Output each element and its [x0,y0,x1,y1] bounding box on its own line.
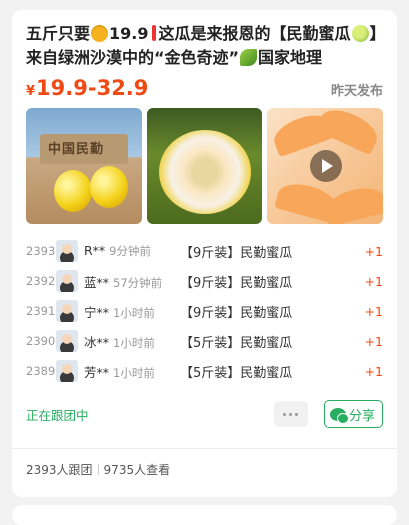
order-time: 1小时前 [113,335,155,350]
order-qty: +1 [364,273,383,289]
exclamation-icon [151,25,156,41]
title-text-2: 19.9 [109,24,149,43]
buyer-name: 芳** 1小时前 [84,362,180,381]
price-range: 19.9-32.9 [36,76,149,100]
buyer-name-text: 芳** [84,364,110,380]
title-text-3: 这瓜是来报恩的【民勤蜜瓜 [158,24,351,43]
photo-cut-melon[interactable] [146,108,263,224]
order-number: 2392 [26,274,56,288]
share-label: 分享 [348,408,375,424]
buyer-name: 蓝** 57分钟前 [84,272,180,291]
order-qty: +1 [364,333,383,349]
order-number: 2390 [26,334,56,348]
money-bag-icon [91,25,109,42]
order-qty: +1 [364,303,383,319]
melon-half [158,130,251,214]
order-row[interactable]: 2389 芳** 1小时前 【5斤装】民勤蜜瓜 +1 [26,356,383,386]
order-number: 2393 [26,244,56,258]
separator [97,464,99,475]
order-row[interactable]: 2392 蓝** 57分钟前 【9斤装】民勤蜜瓜 +1 [26,266,383,296]
photo-desert-melons[interactable]: 中国民勤 [26,108,142,224]
order-product: 【9斤装】民勤蜜瓜 [180,245,293,261]
avatar [56,330,78,352]
buyer-name-text: 冰** [84,334,110,350]
order-product: 【9斤装】民勤蜜瓜 [180,275,293,291]
order-number: 2391 [26,304,56,318]
order-product: 【9斤装】民勤蜜瓜 [180,305,293,321]
action-bar: 正在跟团中 分享 [26,400,383,428]
order-time: 1小时前 [113,305,155,320]
order-row[interactable]: 2391 宁** 1小时前 【9斤装】民勤蜜瓜 +1 [26,296,383,326]
stats-bar: 2393人跟团 9735人查看 [26,449,383,478]
order-row[interactable]: 2390 冰** 1小时前 【5斤装】民勤蜜瓜 +1 [26,326,383,356]
melon-ball [54,170,92,212]
posted-time: 昨天发布 [330,84,383,99]
order-qty: +1 [364,243,383,259]
more-icon [283,412,287,416]
buyer-name: 冰** 1小时前 [84,332,180,351]
next-card [12,505,397,525]
melon-slice [322,182,384,224]
buyer-name: 宁** 1小时前 [84,302,180,321]
photo-gallery: 中国民勤 [26,108,384,224]
order-list: 2393 R** 9分钟前 【9斤装】民勤蜜瓜 +1 2392 蓝** 57分钟… [26,236,383,386]
buyer-name-text: 蓝** [84,274,110,290]
avatar [56,360,78,382]
order-time: 57分钟前 [113,275,163,290]
group-buy-card[interactable]: 五斤只要 19.9 这瓜是来报恩的【民勤蜜瓜 】来自绿洲沙漠中的“金色奇迹” 国家地理 … [12,10,397,497]
play-icon[interactable] [310,150,343,182]
price: ¥19.9-32.9 [26,76,148,100]
melon-ball [90,166,128,208]
wechat-icon [329,407,349,424]
order-time: 9分钟前 [109,244,151,258]
order-product: 【5斤装】民勤蜜瓜 [180,335,293,351]
share-button[interactable]: 分享 [323,400,383,428]
buyer-name-text: R** [84,243,106,258]
price-row: ¥19.9-32.9 昨天发布 [26,76,383,100]
leaf-icon [240,49,258,66]
avatar [56,270,78,292]
title-text-5: 国家地理 [258,48,323,67]
more-icon [289,412,293,416]
photo-sign-text: 中国民勤 [48,142,105,157]
title-text-1: 五斤只要 [26,24,91,43]
following-status[interactable]: 正在跟团中 [26,405,274,424]
avatar [56,240,78,262]
view-count: 9735人查看 [103,463,171,477]
price-currency: ¥ [26,84,36,99]
order-time: 1小时前 [113,365,155,380]
avatar [56,300,78,322]
joined-count: 2393人跟团 [26,463,93,477]
more-icon [295,412,299,416]
order-qty: +1 [364,363,383,379]
melon-icon [351,25,369,42]
more-button[interactable] [273,401,308,427]
order-number: 2389 [26,364,56,378]
buyer-name: R** 9分钟前 [84,243,154,259]
photo-melon-slices-video[interactable] [267,108,384,224]
melon-slice [315,108,383,156]
post-title[interactable]: 五斤只要 19.9 这瓜是来报恩的【民勤蜜瓜 】来自绿洲沙漠中的“金色奇迹” 国家地理 [26,22,383,70]
buyer-name-text: 宁** [84,304,110,320]
order-product: 【5斤装】民勤蜜瓜 [180,365,293,381]
order-row[interactable]: 2393 R** 9分钟前 【9斤装】民勤蜜瓜 +1 [26,236,383,266]
